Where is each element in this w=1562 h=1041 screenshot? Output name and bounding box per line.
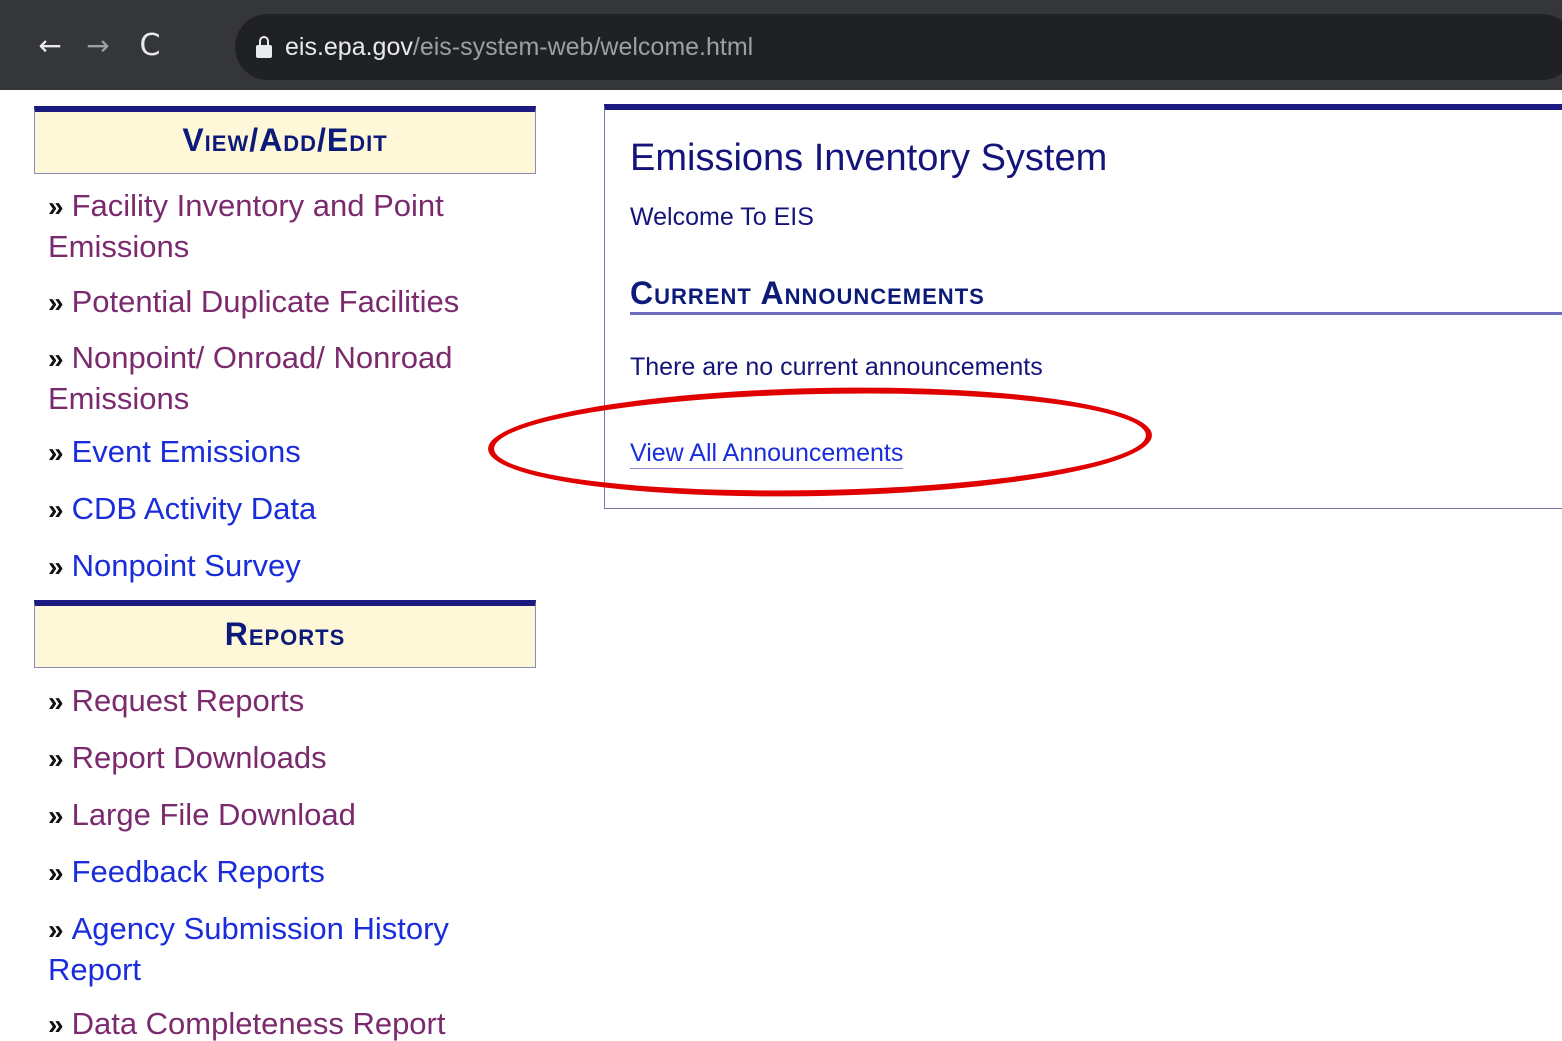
bullet-icon: » xyxy=(48,800,64,831)
bullet-icon: » xyxy=(48,914,64,945)
sidebar-link-label: CDB Activity Data xyxy=(71,491,317,526)
sidebar-link-label: Facility Inventory and Point Emissions xyxy=(48,188,444,264)
sidebar-link-label: Request Reports xyxy=(71,683,305,718)
sidebar-link-event-emissions[interactable]: » Event Emissions xyxy=(48,432,518,473)
bullet-icon: » xyxy=(48,343,64,374)
page-title: Emissions Inventory System xyxy=(630,137,1108,179)
url-path: /eis-system-web/welcome.html xyxy=(412,33,754,61)
bullet-icon: » xyxy=(48,287,64,318)
sidebar-link-label: Agency Submission History Report xyxy=(48,911,449,987)
sidebar-link-data-completeness[interactable]: » Data Completeness Report xyxy=(48,1004,518,1041)
sidebar-link-cdb-activity-data[interactable]: » CDB Activity Data xyxy=(48,489,518,530)
reload-icon[interactable]: C xyxy=(130,26,170,66)
reports-heading: Reports xyxy=(34,600,536,668)
sidebar-link-label: Feedback Reports xyxy=(71,854,325,889)
back-arrow-icon[interactable]: ← xyxy=(30,26,70,66)
sidebar-link-request-reports[interactable]: » Request Reports xyxy=(48,681,518,722)
sidebar-link-label: Data Completeness Report xyxy=(71,1006,446,1041)
bullet-icon: » xyxy=(48,743,64,774)
bullet-icon: » xyxy=(48,191,64,222)
sidebar-link-label: Large File Download xyxy=(71,797,356,832)
announcements-divider xyxy=(630,312,1562,315)
announcements-heading: Current Announcements xyxy=(630,275,985,311)
welcome-text: Welcome To EIS xyxy=(630,203,814,231)
url-domain: eis.epa.gov xyxy=(285,33,413,61)
sidebar-link-agency-submission-history[interactable]: » Agency Submission History Report xyxy=(48,909,518,990)
view-add-edit-heading-text: View/Add/Edit xyxy=(182,122,388,158)
sidebar-link-nonpoint-survey[interactable]: » Nonpoint Survey xyxy=(48,546,518,587)
sidebar-link-label: Report Downloads xyxy=(71,740,327,775)
sidebar-link-feedback-reports[interactable]: » Feedback Reports xyxy=(48,852,518,893)
bullet-icon: » xyxy=(48,686,64,717)
forward-arrow-icon[interactable]: → xyxy=(78,26,118,66)
sidebar-link-facility-inventory[interactable]: » Facility Inventory and Point Emissions xyxy=(48,186,518,267)
sidebar-link-large-file-download[interactable]: » Large File Download xyxy=(48,795,518,836)
sidebar-link-label: Nonpoint/ Onroad/ Nonroad Emissions xyxy=(48,340,453,416)
bullet-icon: » xyxy=(48,437,64,468)
bullet-icon: » xyxy=(48,551,64,582)
bullet-icon: » xyxy=(48,1009,64,1040)
url-text[interactable]: eis.epa.gov/eis-system-web/welcome.html xyxy=(285,30,753,64)
lock-icon[interactable] xyxy=(256,36,272,58)
sidebar-link-potential-duplicates[interactable]: » Potential Duplicate Facilities xyxy=(48,282,518,323)
view-add-edit-heading: View/Add/Edit xyxy=(34,106,536,174)
sidebar-link-label: Event Emissions xyxy=(71,434,301,469)
sidebar-link-report-downloads[interactable]: » Report Downloads xyxy=(48,738,518,779)
sidebar-link-label: Potential Duplicate Facilities xyxy=(71,284,460,319)
sidebar-link-nonpoint-onroad-nonroad[interactable]: » Nonpoint/ Onroad/ Nonroad Emissions xyxy=(48,338,518,419)
no-announcements-text: There are no current announcements xyxy=(630,353,1043,381)
sidebar-link-label: Nonpoint Survey xyxy=(71,548,301,583)
bullet-icon: » xyxy=(48,857,64,888)
view-all-announcements-link[interactable]: View All Announcements xyxy=(630,438,904,469)
reports-heading-text: Reports xyxy=(224,616,346,652)
bullet-icon: » xyxy=(48,494,64,525)
